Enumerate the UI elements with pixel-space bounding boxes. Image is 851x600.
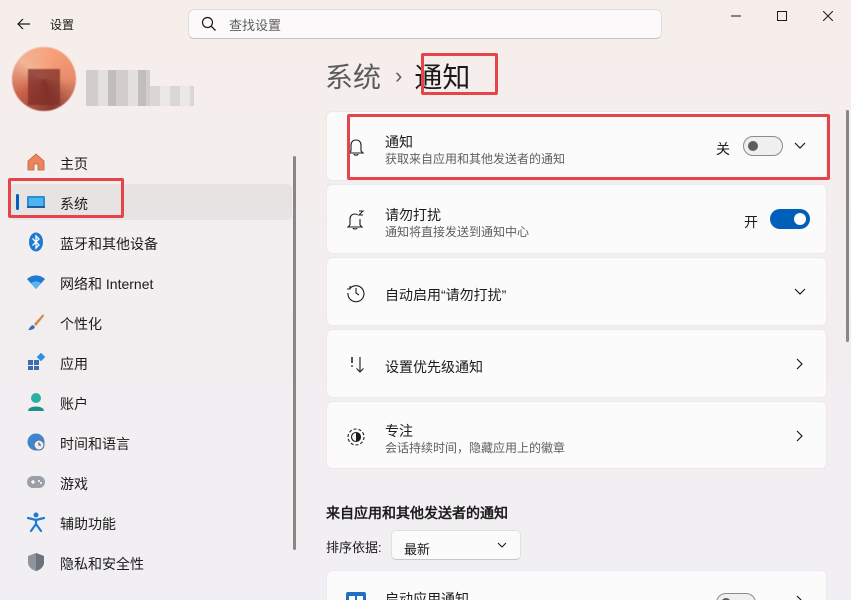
user-name-blurred	[86, 70, 150, 106]
wifi-icon	[26, 272, 46, 292]
time-language-icon	[26, 432, 46, 452]
gamepad-icon	[26, 472, 46, 492]
account-icon	[26, 392, 46, 412]
minimize-icon	[731, 15, 741, 17]
priority-card[interactable]: 设置优先级通知	[326, 329, 827, 398]
notifications-card[interactable]: 通知 获取来自应用和其他发送者的通知 关	[326, 111, 827, 181]
auto-dnd-card[interactable]: 自动启用“请勿打扰”	[326, 257, 827, 326]
sidebar-item-system[interactable]: 系统	[10, 184, 292, 220]
startup-app-toggle[interactable]	[716, 593, 756, 600]
chevron-right-icon[interactable]	[792, 428, 808, 444]
chevron-right-icon[interactable]	[792, 593, 808, 600]
minimize-button[interactable]	[713, 0, 759, 32]
bell-icon	[345, 136, 367, 158]
sidebar-item-accessibility[interactable]: 辅助功能	[10, 504, 292, 540]
chevron-down-icon[interactable]	[792, 138, 808, 154]
sidebar-item-gaming[interactable]: 游戏	[10, 464, 292, 500]
selection-indicator	[16, 194, 19, 210]
avatar[interactable]	[12, 47, 76, 111]
priority-title: 设置优先级通知	[385, 359, 483, 375]
brush-icon	[26, 312, 46, 332]
startup-app-title: 启动应用通知	[385, 591, 469, 600]
chevron-right-icon[interactable]	[792, 356, 808, 372]
shield-icon	[26, 552, 46, 572]
chevron-down-icon	[497, 542, 507, 548]
close-icon	[823, 11, 833, 21]
breadcrumb: 系统 › 通知	[325, 58, 470, 94]
notifications-toggle[interactable]	[743, 136, 783, 156]
toggle-knob	[794, 213, 806, 225]
startup-app-card[interactable]: 启动应用通知	[326, 570, 827, 600]
sidebar-item-network[interactable]: 网络和 Internet	[10, 264, 292, 300]
chevron-down-icon[interactable]	[792, 284, 808, 300]
bell-snooze-icon	[345, 209, 367, 231]
focus-subtitle: 会话持续时间，隐藏应用上的徽章	[385, 441, 566, 455]
app-title: 设置	[50, 18, 75, 32]
bluetooth-icon	[26, 232, 46, 252]
maximize-icon	[777, 11, 787, 21]
dnd-toggle-state: 开	[744, 214, 758, 230]
search-box[interactable]	[188, 9, 662, 39]
sort-label: 排序依据:	[326, 540, 382, 555]
title-bar: 设置	[0, 0, 851, 46]
dnd-toggle[interactable]	[770, 209, 810, 229]
accessibility-icon	[26, 512, 46, 532]
section-title: 来自应用和其他发送者的通知	[326, 505, 508, 521]
sidebar-item-home[interactable]: 主页	[10, 144, 292, 180]
toggle-knob	[748, 141, 758, 151]
sidebar-item-time-language[interactable]: 时间和语言	[10, 424, 292, 460]
focus-title: 专注	[385, 423, 413, 439]
user-email-blurred	[150, 86, 194, 106]
back-arrow-icon	[17, 18, 30, 30]
sidebar-item-personalization[interactable]: 个性化	[10, 304, 292, 340]
priority-sort-icon	[345, 354, 367, 376]
focus-icon	[345, 426, 367, 448]
auto-dnd-title: 自动启用“请勿打扰”	[385, 287, 507, 303]
sort-value: 最新	[404, 542, 431, 557]
sidebar-item-apps[interactable]: 应用	[10, 344, 292, 380]
notifications-subtitle: 获取来自应用和其他发送者的通知	[385, 152, 566, 166]
apps-icon	[26, 352, 46, 372]
search-input[interactable]	[229, 14, 649, 36]
clock-icon	[345, 282, 367, 304]
maximize-button[interactable]	[759, 0, 805, 32]
breadcrumb-separator: ›	[395, 63, 403, 88]
startup-app-icon	[345, 591, 367, 600]
close-button[interactable]	[805, 0, 851, 32]
sidebar-item-privacy[interactable]: 隐私和安全性	[10, 544, 292, 580]
dnd-card[interactable]: 请勿打扰 通知将直接发送到通知中心 开	[326, 184, 827, 254]
focus-card[interactable]: 专注 会话持续时间，隐藏应用上的徽章	[326, 401, 827, 469]
sort-dropdown[interactable]: 最新	[391, 530, 521, 560]
notifications-title: 通知	[385, 134, 413, 150]
notifications-toggle-state: 关	[716, 141, 730, 157]
content-scrollbar[interactable]	[846, 110, 849, 342]
home-icon	[26, 152, 46, 172]
sidebar-item-accounts[interactable]: 账户	[10, 384, 292, 420]
dnd-subtitle: 通知将直接发送到通知中心	[385, 225, 530, 239]
sidebar-item-bluetooth[interactable]: 蓝牙和其他设备	[10, 224, 292, 260]
sidebar-scrollbar[interactable]	[293, 156, 296, 550]
dnd-title: 请勿打扰	[385, 207, 441, 223]
system-icon	[26, 192, 46, 212]
breadcrumb-parent[interactable]: 系统	[325, 56, 381, 96]
search-icon	[201, 16, 216, 31]
back-button[interactable]	[10, 10, 38, 38]
page-title: 通知	[414, 62, 471, 93]
